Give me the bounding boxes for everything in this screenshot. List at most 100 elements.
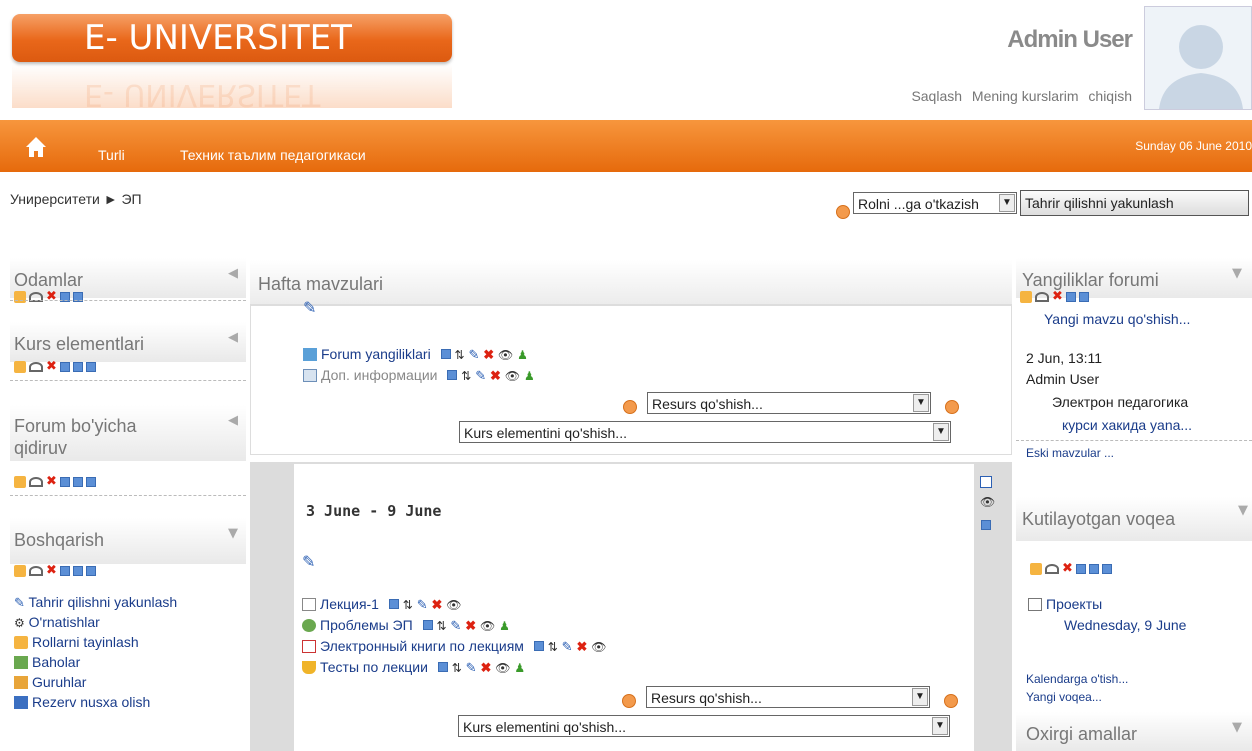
visibility-icon[interactable]: 👁 (480, 619, 495, 633)
delete-icon[interactable]: ✖ (490, 368, 501, 383)
edit-roles-icon[interactable] (14, 361, 26, 373)
visibility-icon[interactable]: 👁 (495, 661, 510, 675)
add-new-topic-link[interactable]: Yangi mavzu qo'shish... (1044, 311, 1190, 327)
indent-icon[interactable] (422, 620, 433, 630)
home-icon[interactable] (22, 132, 50, 160)
delete-icon[interactable]: ✖ (432, 597, 443, 612)
collapse-icon[interactable]: ▼ (228, 526, 238, 541)
collapse-icon[interactable]: ▼ (1232, 720, 1242, 735)
move-left-icon[interactable] (59, 566, 70, 576)
visibility-icon[interactable]: 👁 (505, 369, 520, 383)
activity-ebooks[interactable]: Электронный книги по лекциям ⇅ ✎ ✖ 👁 (302, 638, 607, 654)
edit-icon[interactable]: ✎ (475, 368, 486, 383)
new-event-link[interactable]: Yangi voqea... (1026, 690, 1102, 704)
move-down-icon[interactable] (85, 362, 96, 372)
save-link[interactable]: Saqlash (911, 88, 962, 104)
delete-icon[interactable]: ✖ (46, 360, 57, 373)
indent-icon[interactable] (440, 349, 451, 359)
collapse-icon[interactable]: ◀ (228, 413, 238, 428)
move-left-icon[interactable] (59, 362, 70, 372)
visibility-icon[interactable]: 👁 (591, 640, 606, 654)
move-up-icon[interactable] (72, 566, 83, 576)
activity-extra-info[interactable]: Доп. информации ⇅ ✎ ✖ 👁 ♟ (303, 367, 535, 383)
help-icon[interactable] (945, 400, 959, 414)
move-down-icon[interactable] (85, 566, 96, 576)
user-name[interactable]: Admin User (1007, 26, 1133, 54)
move-left-icon[interactable] (1065, 292, 1076, 302)
group-mode-icon[interactable]: ♟ (514, 661, 525, 675)
edit-icon[interactable]: ✎ (450, 618, 461, 633)
visibility-icon[interactable]: 👁 (980, 496, 995, 508)
edit-roles-icon[interactable] (14, 565, 26, 577)
move-up-icon[interactable] (72, 362, 83, 372)
admin-item-groups[interactable]: Guruhlar (14, 672, 234, 692)
group-mode-icon[interactable]: ♟ (524, 369, 535, 383)
collapse-icon[interactable]: ◀ (228, 266, 238, 281)
older-topics-link[interactable]: Eski mavzular ... (1026, 446, 1114, 460)
move-down-icon[interactable] (1101, 564, 1112, 574)
collapse-icon[interactable]: ▼ (1238, 503, 1248, 518)
visibility-icon[interactable] (29, 362, 43, 372)
move-icon[interactable]: ⇅ (548, 640, 558, 654)
finish-editing-button[interactable]: Tahrir qilishni yakunlash (1020, 190, 1249, 216)
admin-item-settings[interactable]: ⚙ O'rnatishlar (14, 612, 234, 632)
delete-icon[interactable]: ✖ (465, 618, 476, 633)
move-down-icon[interactable] (1078, 292, 1089, 302)
move-icon[interactable]: ⇅ (403, 598, 413, 612)
move-left-icon[interactable] (1075, 564, 1086, 574)
activity-lecture-1[interactable]: Лекция-1 ⇅ ✎ ✖ 👁 (302, 596, 462, 612)
add-resource-select[interactable]: Resurs qo'shish... ▼ (647, 392, 931, 414)
move-icon[interactable]: ⇅ (436, 619, 446, 633)
post-more-link[interactable]: курси хакида yana... (1062, 417, 1192, 433)
visibility-icon[interactable] (29, 566, 43, 576)
move-icon[interactable]: ⇅ (461, 369, 471, 383)
add-resource-select[interactable]: Resurs qo'shish... ▼ (646, 686, 930, 708)
delete-icon[interactable]: ✖ (46, 290, 57, 303)
visibility-icon[interactable] (1045, 564, 1059, 574)
delete-icon[interactable]: ✖ (483, 347, 494, 362)
indent-icon[interactable] (447, 370, 458, 380)
site-logo[interactable]: E- UNIVERSITET (12, 14, 452, 62)
visibility-icon[interactable]: 👁 (446, 598, 461, 612)
edit-icon[interactable]: ✎ (417, 597, 428, 612)
delete-icon[interactable]: ✖ (480, 660, 491, 675)
indent-icon[interactable] (437, 662, 448, 672)
nav-item-course[interactable]: Техник таълим педагогикаси (180, 120, 366, 172)
edit-roles-icon[interactable] (14, 291, 26, 303)
activity-forum-news[interactable]: Forum yangiliklari ⇅ ✎ ✖ 👁 ♟ (303, 346, 528, 362)
move-icon[interactable]: ⇅ (454, 348, 464, 362)
edit-roles-icon[interactable] (1020, 291, 1032, 303)
help-icon[interactable] (623, 400, 637, 414)
delete-icon[interactable]: ✖ (1062, 562, 1073, 575)
delete-icon[interactable]: ✖ (46, 564, 57, 577)
collapse-icon[interactable]: ▼ (1232, 266, 1242, 281)
event-item[interactable]: Проекты (1028, 596, 1102, 612)
delete-icon[interactable]: ✖ (46, 475, 57, 488)
avatar[interactable] (1144, 6, 1252, 110)
visibility-icon[interactable] (29, 477, 43, 487)
admin-item-finish-editing[interactable]: ✎ Tahrir qilishni yakunlash (14, 592, 234, 612)
move-up-icon[interactable] (72, 477, 83, 487)
move-up-icon[interactable] (1088, 564, 1099, 574)
edit-icon[interactable]: ✎ (468, 347, 479, 362)
post-title-line1[interactable]: Электрон педагогика (1052, 394, 1188, 410)
group-mode-icon[interactable]: ♟ (499, 619, 510, 633)
move-left-icon[interactable] (59, 477, 70, 487)
move-down-icon[interactable] (85, 477, 96, 487)
delete-icon[interactable]: ✖ (576, 639, 587, 654)
help-icon[interactable] (944, 694, 958, 708)
edit-summary-icon[interactable]: ✎ (302, 554, 315, 570)
indent-icon[interactable] (533, 641, 544, 651)
edit-icon[interactable]: ✎ (562, 639, 573, 654)
nav-item-turli[interactable]: Turli (98, 120, 125, 172)
admin-item-grades[interactable]: Baholar (14, 652, 234, 672)
help-icon[interactable] (836, 205, 850, 219)
visibility-icon[interactable] (1035, 292, 1049, 302)
delete-icon[interactable]: ✖ (1052, 290, 1063, 303)
move-icon[interactable]: ⇅ (452, 661, 462, 675)
indent-icon[interactable] (388, 599, 399, 609)
activity-problems[interactable]: Проблемы ЭП ⇅ ✎ ✖ 👁 ♟ (302, 617, 510, 633)
edit-roles-icon[interactable] (1030, 563, 1042, 575)
edit-summary-icon[interactable]: ✎ (303, 300, 316, 316)
my-courses-link[interactable]: Mening kurslarim (972, 88, 1079, 104)
